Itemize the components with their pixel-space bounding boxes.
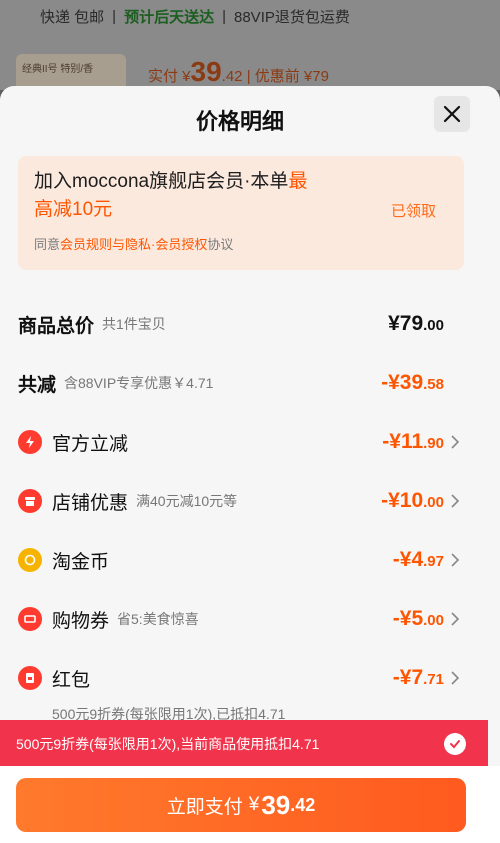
total-sub: 共1件宝贝: [102, 316, 166, 332]
coin-icon: [18, 548, 42, 572]
pay-amount-dec: .42: [290, 794, 316, 815]
total-amount: ¥79.00: [388, 312, 444, 335]
close-icon: [443, 105, 461, 123]
chevron-right-icon: [451, 671, 460, 685]
voucher-label: 购物券: [52, 610, 110, 632]
pay-amount-int: 39: [261, 789, 291, 820]
voucher-sub: 省5:美食惊喜: [117, 611, 199, 627]
shop-icon: [18, 489, 42, 513]
separator: |: [222, 8, 226, 25]
row-total-price: 商品总价 共1件宝贝 ¥79.00: [18, 304, 464, 344]
background-page: 快递 包邮 | 预计后天送达 | 88VIP退货包运费 经典II号 特别/香 实…: [0, 0, 500, 94]
member-agreement: 同意会员规则与隐私·会员授权协议: [34, 237, 234, 252]
shop-label: 店铺优惠: [52, 492, 129, 514]
shipping-info: 快递 包邮 | 预计后天送达 | 88VIP退货包运费: [40, 6, 350, 27]
sheet-title: 价格明细: [195, 109, 284, 134]
row-official-discount[interactable]: 官方立减 -¥11.90: [18, 422, 464, 462]
chevron-right-icon: [451, 435, 460, 449]
shop-amount: -¥10.00: [381, 489, 444, 512]
coin-label: 淘金币: [52, 551, 110, 573]
check-icon[interactable]: [444, 733, 466, 755]
pay-now-button[interactable]: 立即支付 ¥ 39 .42: [16, 778, 466, 832]
close-button[interactable]: [434, 96, 470, 132]
official-amount: -¥11.90: [382, 430, 444, 453]
lightning-icon: [18, 430, 42, 454]
return-text: 88VIP退货包运费: [234, 9, 350, 26]
coupon-banner[interactable]: 500元9折券(每张限用1次),当前商品使用抵扣4.71: [0, 720, 488, 768]
reduce-sub: 含88VIP专享优惠￥4.71: [64, 375, 214, 391]
member-promo-card: 加入moccona旗舰店会员·本单最 高减10元 已领取 同意会员规则与隐私·会…: [18, 156, 464, 270]
reduce-label: 共减: [18, 374, 57, 396]
chevron-right-icon: [451, 494, 460, 508]
pay-label: 立即支付: [166, 796, 243, 818]
pay-footer: 立即支付 ¥ 39 .42: [0, 766, 500, 843]
pay-currency: ¥: [248, 794, 260, 815]
row-shop-discount[interactable]: 店铺优惠 满40元减10元等 -¥10.00: [18, 481, 464, 521]
row-red-packet[interactable]: 红包 -¥7.71: [18, 658, 464, 698]
member-promo-title: 加入moccona旗舰店会员·本单最 高减10元: [34, 171, 308, 220]
redpack-amount: -¥7.71: [392, 666, 444, 689]
shop-sub: 满40元减10元等: [136, 493, 238, 509]
separator: |: [112, 8, 117, 25]
voucher-amount: -¥5.00: [392, 607, 444, 630]
member-agreement-link[interactable]: 会员规则与隐私·会员授权: [60, 237, 207, 252]
chevron-right-icon: [451, 553, 460, 567]
shipping-text: 快递 包邮: [40, 9, 105, 26]
total-label: 商品总价: [18, 315, 95, 337]
row-tao-coin[interactable]: 淘金币 -¥4.97: [18, 540, 464, 580]
redpacket-icon: [18, 666, 42, 690]
row-total-reduction: 共减 含88VIP专享优惠￥4.71 -¥39.58: [18, 363, 464, 403]
chevron-right-icon: [451, 612, 460, 626]
reduce-amount: -¥39.58: [381, 371, 444, 394]
member-claimed-status: 已领取: [390, 203, 436, 220]
official-label: 官方立减: [52, 433, 129, 455]
coupon-banner-text: 500元9折券(每张限用1次),当前商品使用抵扣4.71: [16, 736, 320, 752]
background-price: 实付 ¥39.42 | 优惠前 ¥79: [148, 56, 329, 87]
row-shopping-voucher[interactable]: 购物券 省5:美食惊喜 -¥5.00: [18, 599, 464, 639]
coin-amount: -¥4.97: [392, 548, 444, 571]
redpack-label: 红包: [52, 669, 91, 691]
ticket-icon: [18, 607, 42, 631]
delivery-text: 预计后天送达: [124, 9, 215, 26]
